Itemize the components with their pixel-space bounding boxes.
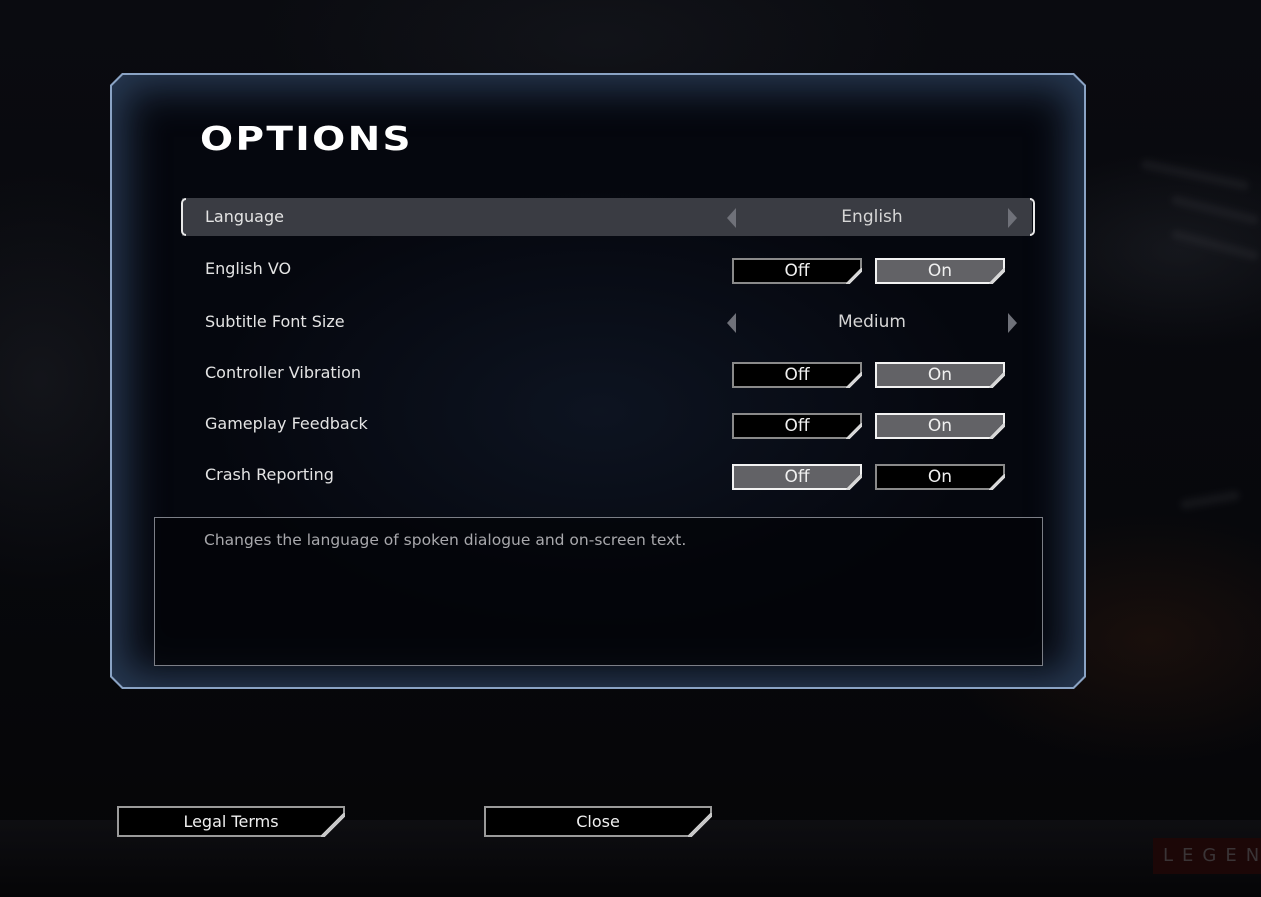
spinner-value: Medium [838, 312, 906, 332]
options-panel: OPTIONS Language English English VO Off [110, 73, 1086, 689]
setting-label: Subtitle Font Size [205, 312, 345, 331]
legal-terms-button[interactable]: Legal Terms [117, 806, 345, 837]
crash-reporting-off-button[interactable]: Off [732, 464, 862, 490]
button-label: Legal Terms [183, 812, 279, 831]
description-box: Changes the language of spoken dialogue … [154, 517, 1043, 666]
button-label: On [927, 365, 953, 385]
selection-bracket-right [1030, 198, 1035, 236]
setting-row-crash-reporting: Crash Reporting Off On [182, 456, 1032, 494]
setting-label: Gameplay Feedback [205, 414, 368, 433]
setting-label: Language [205, 207, 284, 226]
setting-row-controller-vibration: Controller Vibration Off On [182, 354, 1032, 392]
setting-label: English VO [205, 259, 292, 278]
gameplay-feedback-off-button[interactable]: Off [732, 413, 862, 439]
setting-row-english-vo: English VO Off On [182, 250, 1032, 288]
subtitle-font-size-spinner[interactable]: Medium [727, 303, 1017, 341]
page-title: OPTIONS [200, 119, 413, 158]
arrow-right-icon[interactable] [1008, 313, 1017, 333]
button-label: On [927, 416, 953, 436]
button-label: Off [784, 261, 810, 281]
english-vo-on-button[interactable]: On [875, 258, 1005, 284]
brand-logo: LEGENDA [1153, 838, 1261, 874]
arrow-right-icon[interactable] [1008, 208, 1017, 228]
language-spinner[interactable]: English [727, 198, 1017, 236]
button-label: On [927, 261, 953, 281]
description-text: Changes the language of spoken dialogue … [204, 531, 687, 549]
controller-vibration-off-button[interactable]: Off [732, 362, 862, 388]
english-vo-off-button[interactable]: Off [732, 258, 862, 284]
button-label: Close [576, 812, 620, 831]
close-button[interactable]: Close [484, 806, 712, 837]
setting-row-subtitle-font-size[interactable]: Subtitle Font Size Medium [182, 303, 1032, 341]
button-label: Off [784, 416, 810, 436]
setting-label: Crash Reporting [205, 465, 334, 484]
button-label: Off [784, 467, 810, 487]
button-label: Off [784, 365, 810, 385]
setting-row-language[interactable]: Language English [181, 198, 1035, 236]
controller-vibration-on-button[interactable]: On [875, 362, 1005, 388]
button-label: On [927, 467, 953, 487]
gameplay-feedback-on-button[interactable]: On [875, 413, 1005, 439]
crash-reporting-on-button[interactable]: On [875, 464, 1005, 490]
options-panel-body: OPTIONS Language English English VO Off [112, 75, 1084, 687]
setting-row-gameplay-feedback: Gameplay Feedback Off On [182, 405, 1032, 443]
setting-label: Controller Vibration [205, 363, 362, 382]
selection-bracket-left [181, 198, 186, 236]
spinner-value: English [841, 207, 903, 227]
